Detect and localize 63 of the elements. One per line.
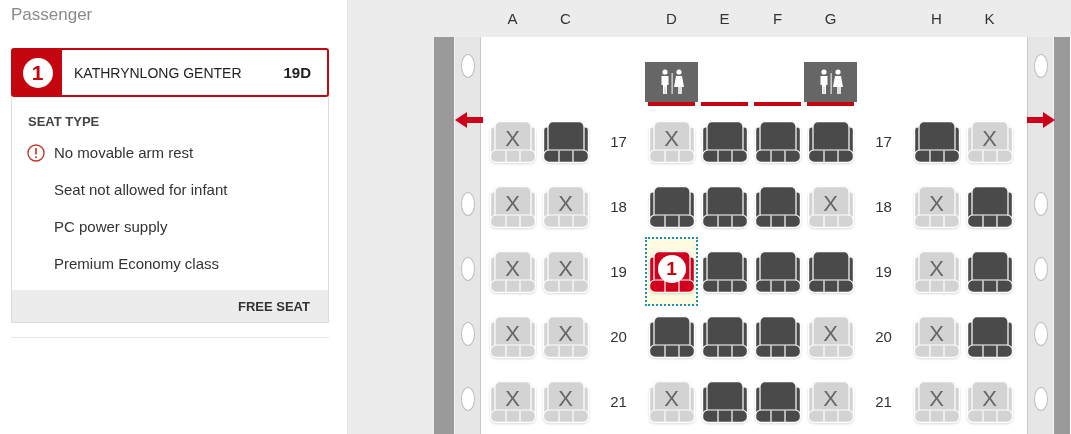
section-heading: SEAT TYPE bbox=[27, 113, 101, 131]
window-icon bbox=[460, 191, 475, 216]
exit-arrow-icon bbox=[1027, 112, 1055, 128]
row-number: 18 bbox=[875, 198, 892, 215]
row-number: 18 bbox=[610, 198, 627, 215]
exit-arrow-icon bbox=[455, 112, 483, 128]
window-icon bbox=[1033, 321, 1048, 346]
galley-bar bbox=[648, 102, 695, 106]
seat[interactable] bbox=[966, 315, 1013, 358]
column-letter: E bbox=[719, 10, 730, 27]
row-number: 20 bbox=[610, 328, 627, 345]
window-icon bbox=[1033, 256, 1048, 281]
column-letter: C bbox=[560, 10, 571, 27]
row-number: 17 bbox=[875, 133, 892, 150]
window-icon bbox=[460, 386, 475, 411]
row-number: 20 bbox=[875, 328, 892, 345]
window-icon bbox=[460, 256, 475, 281]
seat-feature: Seat not allowed for infant bbox=[54, 181, 228, 198]
seat[interactable] bbox=[966, 185, 1013, 228]
row-number: 21 bbox=[610, 393, 627, 410]
passenger-number-badge: 1 bbox=[22, 57, 53, 88]
window-icon bbox=[460, 321, 475, 346]
seat[interactable] bbox=[648, 315, 695, 358]
seat-feature: Premium Economy class bbox=[54, 255, 220, 272]
seat[interactable] bbox=[754, 185, 801, 228]
column-letter: A bbox=[507, 10, 518, 27]
row-number: 19 bbox=[875, 263, 892, 280]
seat[interactable] bbox=[754, 250, 801, 293]
seat[interactable] bbox=[701, 315, 748, 358]
seat[interactable] bbox=[754, 120, 801, 163]
window-icon bbox=[1033, 191, 1048, 216]
column-letter: D bbox=[666, 10, 677, 27]
seat[interactable] bbox=[754, 315, 801, 358]
seat[interactable] bbox=[807, 120, 854, 163]
row-number: 17 bbox=[610, 133, 627, 150]
seat[interactable] bbox=[701, 120, 748, 163]
seat-feature: No movable arm rest bbox=[54, 144, 194, 161]
window-icon bbox=[460, 54, 475, 78]
window-icon bbox=[1033, 54, 1048, 78]
passenger-card[interactable]: 1 KATHRYNLONG GENTER 19D bbox=[11, 48, 329, 97]
seat[interactable] bbox=[966, 250, 1013, 293]
seat[interactable] bbox=[807, 250, 854, 293]
column-letter: F bbox=[772, 10, 783, 27]
seat-number: 19D bbox=[283, 64, 312, 81]
seat-feature: PC power supply bbox=[54, 218, 168, 235]
panel-title: Passenger bbox=[11, 4, 94, 26]
seat[interactable] bbox=[701, 185, 748, 228]
galley-bar bbox=[701, 102, 748, 106]
seat[interactable] bbox=[701, 380, 748, 423]
column-letter: H bbox=[931, 10, 942, 27]
passenger-name: KATHRYNLONG GENTER bbox=[73, 64, 243, 81]
seat[interactable] bbox=[542, 120, 589, 163]
column-letter: K bbox=[984, 10, 995, 27]
window-icon bbox=[1033, 386, 1048, 411]
seat[interactable] bbox=[701, 250, 748, 293]
galley-bar bbox=[754, 102, 801, 106]
row-number: 19 bbox=[610, 263, 627, 280]
seat[interactable] bbox=[754, 380, 801, 423]
galley-bar bbox=[807, 102, 854, 106]
column-letter: G bbox=[824, 10, 837, 27]
seat[interactable] bbox=[648, 185, 695, 228]
row-number: 21 bbox=[875, 393, 892, 410]
seat[interactable] bbox=[913, 120, 960, 163]
